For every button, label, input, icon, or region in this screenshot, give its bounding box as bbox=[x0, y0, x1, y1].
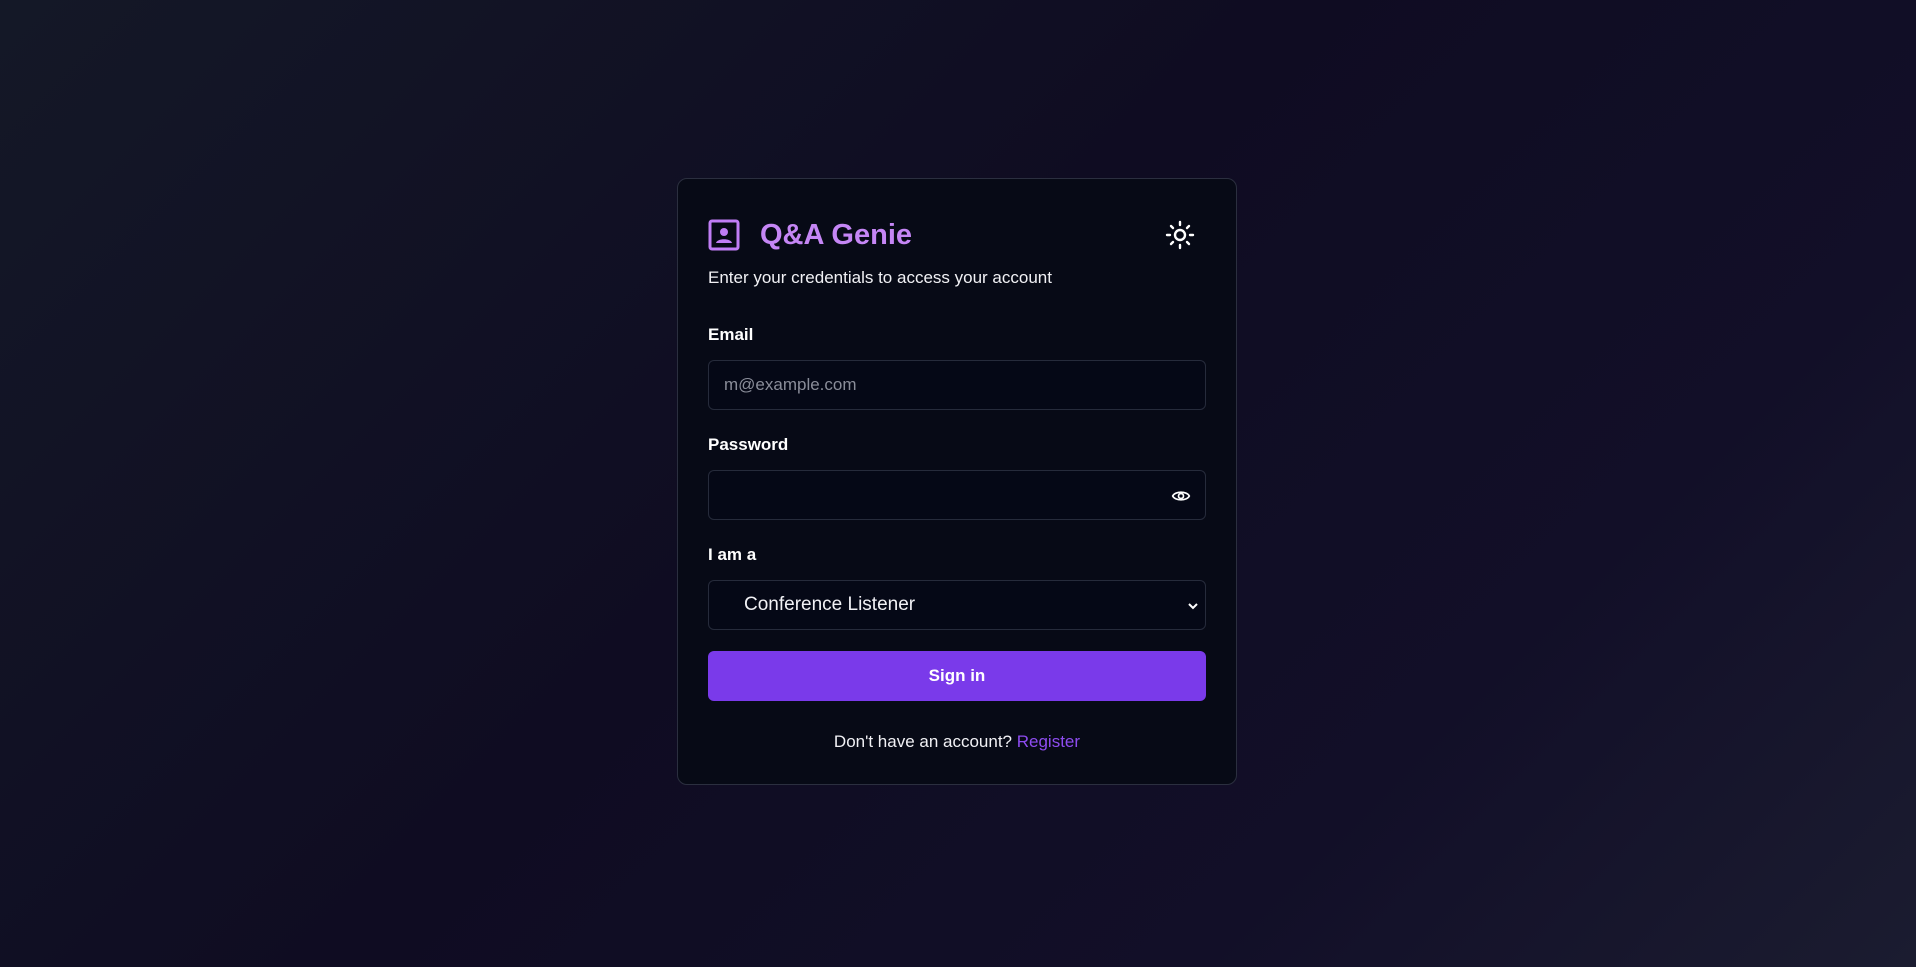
subtitle: Enter your credentials to access your ac… bbox=[708, 268, 1052, 287]
password-field-wrapper bbox=[708, 470, 1206, 520]
register-prompt-text: Don't have an account? bbox=[833, 732, 1013, 751]
user-square-icon bbox=[708, 219, 740, 251]
password-label: Password bbox=[708, 435, 789, 454]
chevron-down-icon bbox=[1188, 603, 1198, 610]
sign-in-button[interactable]: Sign in bbox=[708, 651, 1206, 701]
email-field-wrapper bbox=[708, 360, 1206, 410]
role-select-value: Conference Listener bbox=[744, 594, 916, 615]
register-prompt: Don't have an account? Register bbox=[678, 732, 1236, 752]
login-card: Q&A Genie Enter your credentials to acce… bbox=[677, 178, 1237, 785]
email-label: Email bbox=[708, 325, 754, 344]
eye-icon[interactable] bbox=[1171, 487, 1191, 505]
password-input[interactable] bbox=[724, 485, 1190, 505]
app-title: Q&A Genie bbox=[760, 218, 913, 251]
email-input[interactable] bbox=[724, 375, 1190, 395]
role-label: I am a bbox=[708, 545, 757, 564]
role-select[interactable]: Conference Listener bbox=[708, 580, 1206, 630]
sun-icon[interactable] bbox=[1164, 219, 1196, 251]
card-header: Q&A Genie bbox=[708, 219, 1206, 251]
register-link[interactable]: Register bbox=[1017, 732, 1080, 751]
